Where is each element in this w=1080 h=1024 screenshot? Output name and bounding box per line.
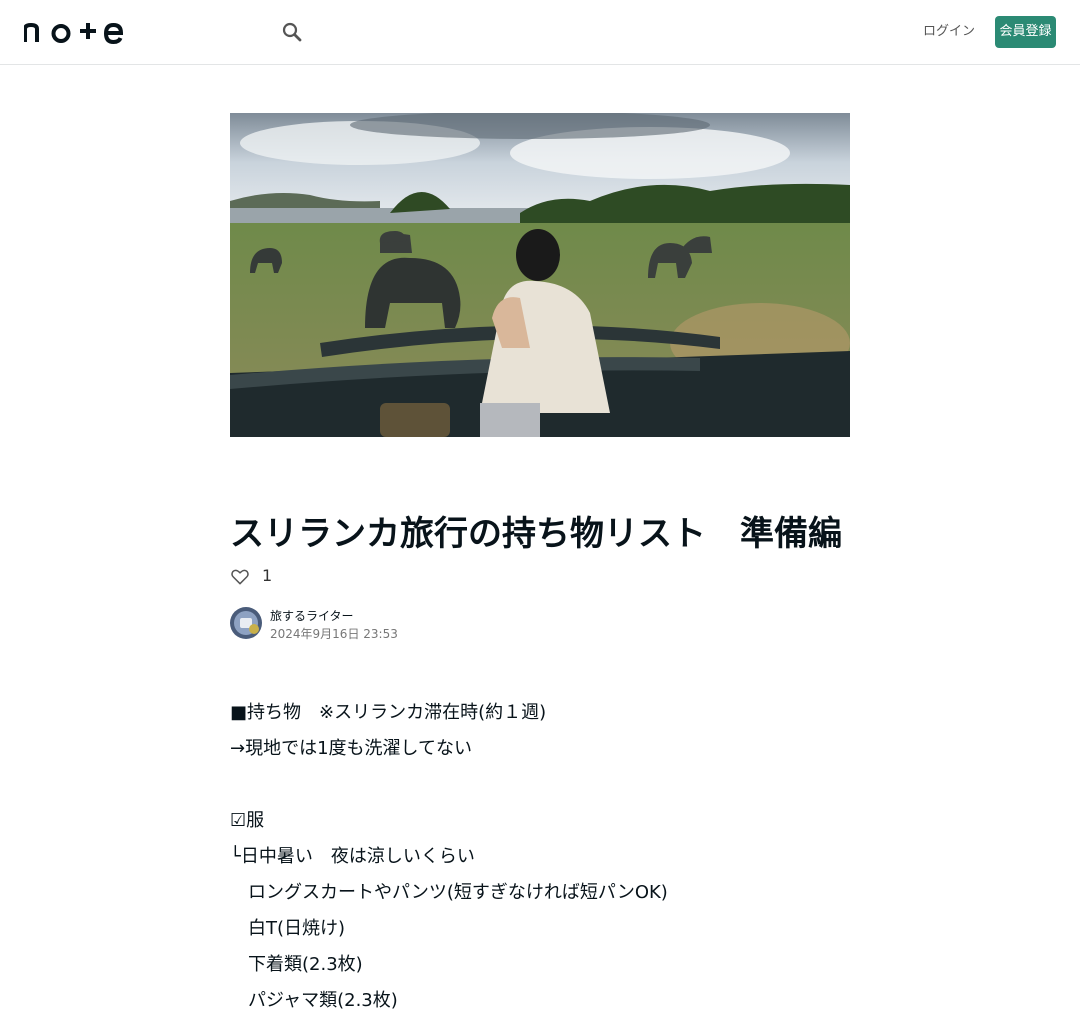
article-title: スリランカ旅行の持ち物リスト 準備編 [230,514,842,554]
body-line: └日中暑い 夜は涼しいくらい [230,846,475,867]
body-line: 下着類(2.3枚) [230,954,363,975]
author-avatar[interactable] [230,607,262,639]
article-body: ■持ち物 ※スリランカ滞在時(約１週) →現地では1度も洗濯してない ☑服 └日… [230,695,850,1019]
body-line: ☑服 [230,810,265,831]
login-link[interactable]: ログイン [920,16,978,48]
body-line: ロングスカートやパンツ(短すぎなければ短パンOK) [230,882,668,903]
like-count: 1 [262,566,273,585]
hero-image [230,113,850,437]
note-logo[interactable] [23,20,124,45]
post-date: 2024年9月16日 23:53 [270,627,398,641]
signup-button[interactable]: 会員登録 [995,16,1056,48]
top-navbar: ログイン 会員登録 [0,0,1080,65]
body-line: パジャマ類(2.3枚) [230,990,398,1011]
body-line: 白T(日焼け) [230,918,346,939]
body-line [230,767,850,803]
author-name[interactable]: 旅するライター [270,608,354,624]
search-icon[interactable] [280,20,304,44]
heart-outline-icon[interactable] [230,567,250,587]
body-line: ■持ち物 ※スリランカ滞在時(約１週) [230,702,547,723]
body-line: →現地では1度も洗濯してない [230,738,472,759]
